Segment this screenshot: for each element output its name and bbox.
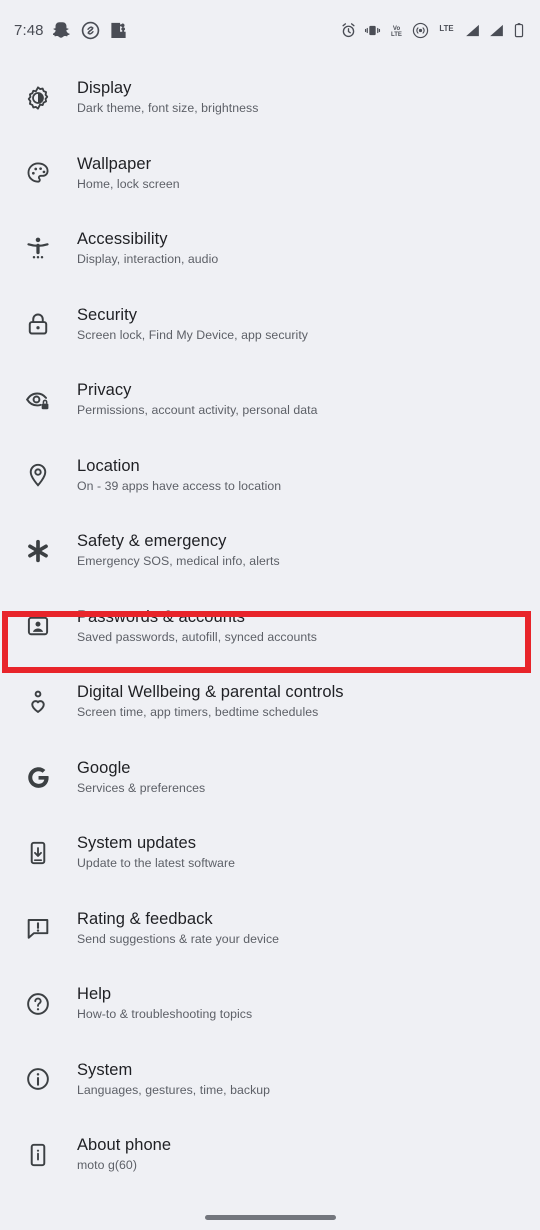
settings-row-text: System updates Update to the latest soft… <box>77 833 235 872</box>
settings-row-title: Display <box>77 79 132 98</box>
settings-row-text: Help How-to & troubleshooting topics <box>77 984 252 1023</box>
settings-row-passwords-accounts[interactable]: Passwords & accounts Saved passwords, au… <box>0 589 540 665</box>
shazam-icon <box>81 21 100 40</box>
settings-row-title: System <box>77 1060 133 1079</box>
svg-text:Vo: Vo <box>393 25 401 31</box>
settings-row-subtitle: Home, lock screen <box>77 176 180 191</box>
settings-row-title: Digital Wellbeing & parental controls <box>77 683 344 702</box>
settings-row-help[interactable]: Help How-to & troubleshooting topics <box>0 966 540 1042</box>
settings-row-text: Security Screen lock, Find My Device, ap… <box>77 305 308 344</box>
svg-text:LTE: LTE <box>391 32 402 38</box>
settings-row-digital-wellbeing[interactable]: Digital Wellbeing & parental controls Sc… <box>0 664 540 740</box>
signal-bars-sim2-icon <box>488 22 505 39</box>
settings-row-subtitle: Permissions, account activity, personal … <box>77 403 318 418</box>
phone-info-icon <box>21 1138 55 1172</box>
settings-row-title: Safety & emergency <box>77 532 227 551</box>
puzzle-piece-icon <box>109 21 128 40</box>
settings-row-display[interactable]: Display Dark theme, font size, brightnes… <box>0 60 540 136</box>
settings-row-text: Safety & emergency Emergency SOS, medica… <box>77 531 280 570</box>
eye-lock-icon <box>21 383 55 417</box>
settings-row-security[interactable]: Security Screen lock, Find My Device, ap… <box>0 287 540 363</box>
status-bar-clock: 7:48 <box>14 21 44 39</box>
navigation-bar <box>0 1204 540 1230</box>
location-pin-icon <box>21 458 55 492</box>
settings-row-title: Passwords & accounts <box>77 607 245 626</box>
account-box-icon <box>21 609 55 643</box>
settings-row-subtitle: Dark theme, font size, brightness <box>77 101 259 116</box>
settings-row-text: System Languages, gestures, time, backup <box>77 1060 270 1099</box>
settings-row-safety-emergency[interactable]: Safety & emergency Emergency SOS, medica… <box>0 513 540 589</box>
settings-row-subtitle: Screen lock, Find My Device, app securit… <box>77 327 308 342</box>
settings-row-wallpaper[interactable]: Wallpaper Home, lock screen <box>0 136 540 212</box>
medical-asterisk-icon <box>21 534 55 568</box>
settings-row-text: Accessibility Display, interaction, audi… <box>77 229 218 268</box>
settings-row-text: Digital Wellbeing & parental controls Sc… <box>77 682 344 721</box>
settings-row-subtitle: Display, interaction, audio <box>77 252 219 267</box>
accessibility-person-icon <box>21 232 55 266</box>
settings-row-subtitle: Send suggestions & rate your device <box>77 931 280 946</box>
settings-row-title: System updates <box>77 834 197 853</box>
settings-row-title: Rating & feedback <box>77 909 213 928</box>
settings-row-about-phone[interactable]: About phone moto g(60) <box>0 1117 540 1193</box>
status-bar-right: Vo LTE LTE <box>340 22 526 39</box>
phone-download-icon <box>21 836 55 870</box>
google-g-icon <box>21 760 55 794</box>
settings-row-title: Location <box>77 456 140 475</box>
person-heart-icon <box>21 685 55 719</box>
settings-row-subtitle: How-to & troubleshooting topics <box>77 1007 253 1022</box>
settings-row-system-updates[interactable]: System updates Update to the latest soft… <box>0 815 540 891</box>
settings-row-title: Help <box>77 985 112 1004</box>
settings-row-title: About phone <box>77 1136 172 1155</box>
settings-row-subtitle: On - 39 apps have access to location <box>77 478 282 493</box>
settings-row-subtitle: Emergency SOS, medical info, alerts <box>77 554 280 569</box>
settings-row-text: Privacy Permissions, account activity, p… <box>77 380 318 419</box>
settings-row-text: Display Dark theme, font size, brightnes… <box>77 78 258 117</box>
settings-row-subtitle: Languages, gestures, time, backup <box>77 1082 271 1097</box>
battery-icon <box>512 22 526 39</box>
help-circle-icon <box>21 987 55 1021</box>
signal-bars-sim1-icon <box>464 22 481 39</box>
settings-list: Display Dark theme, font size, brightnes… <box>0 60 540 1193</box>
settings-row-subtitle: moto g(60) <box>77 1158 137 1173</box>
wifi-calling-icon <box>412 22 429 39</box>
alarm-clock-icon <box>340 22 357 39</box>
settings-row-privacy[interactable]: Privacy Permissions, account activity, p… <box>0 362 540 438</box>
feedback-bubble-icon <box>21 911 55 945</box>
settings-row-rating-feedback[interactable]: Rating & feedback Send suggestions & rat… <box>0 891 540 967</box>
settings-row-accessibility[interactable]: Accessibility Display, interaction, audi… <box>0 211 540 287</box>
info-circle-icon <box>21 1062 55 1096</box>
svg-text:LTE: LTE <box>439 24 453 33</box>
settings-row-text: Passwords & accounts Saved passwords, au… <box>77 607 317 646</box>
settings-row-google[interactable]: Google Services & preferences <box>0 740 540 816</box>
settings-row-text: Location On - 39 apps have access to loc… <box>77 456 281 495</box>
settings-screen: 7:48 Vo LTE LTE Display Dark theme, font… <box>0 0 540 1230</box>
lock-icon <box>21 307 55 341</box>
settings-row-title: Privacy <box>77 381 132 400</box>
status-bar: 7:48 Vo LTE LTE <box>0 0 540 60</box>
brightness-icon <box>21 81 55 115</box>
settings-row-text: Wallpaper Home, lock screen <box>77 154 180 193</box>
snapchat-icon <box>52 21 72 40</box>
settings-row-system[interactable]: System Languages, gestures, time, backup <box>0 1042 540 1118</box>
settings-row-subtitle: Saved passwords, autofill, synced accoun… <box>77 629 317 644</box>
settings-row-subtitle: Screen time, app timers, bedtime schedul… <box>77 705 319 720</box>
settings-row-subtitle: Update to the latest software <box>77 856 235 871</box>
settings-row-text: Google Services & preferences <box>77 758 205 797</box>
home-gesture-bar[interactable] <box>204 1214 336 1220</box>
settings-row-title: Google <box>77 758 131 777</box>
volte-icon: Vo LTE <box>388 22 405 39</box>
settings-row-title: Security <box>77 305 138 324</box>
vibrate-icon <box>364 22 381 39</box>
settings-row-text: Rating & feedback Send suggestions & rat… <box>77 909 279 948</box>
settings-row-location[interactable]: Location On - 39 apps have access to loc… <box>0 438 540 514</box>
lte-label-icon: LTE <box>436 22 457 39</box>
status-bar-left: 7:48 <box>14 21 128 40</box>
settings-row-subtitle: Services & preferences <box>77 780 206 795</box>
settings-row-title: Accessibility <box>77 230 168 249</box>
palette-icon <box>21 156 55 190</box>
settings-row-text: About phone moto g(60) <box>77 1135 171 1174</box>
settings-row-title: Wallpaper <box>77 154 152 173</box>
